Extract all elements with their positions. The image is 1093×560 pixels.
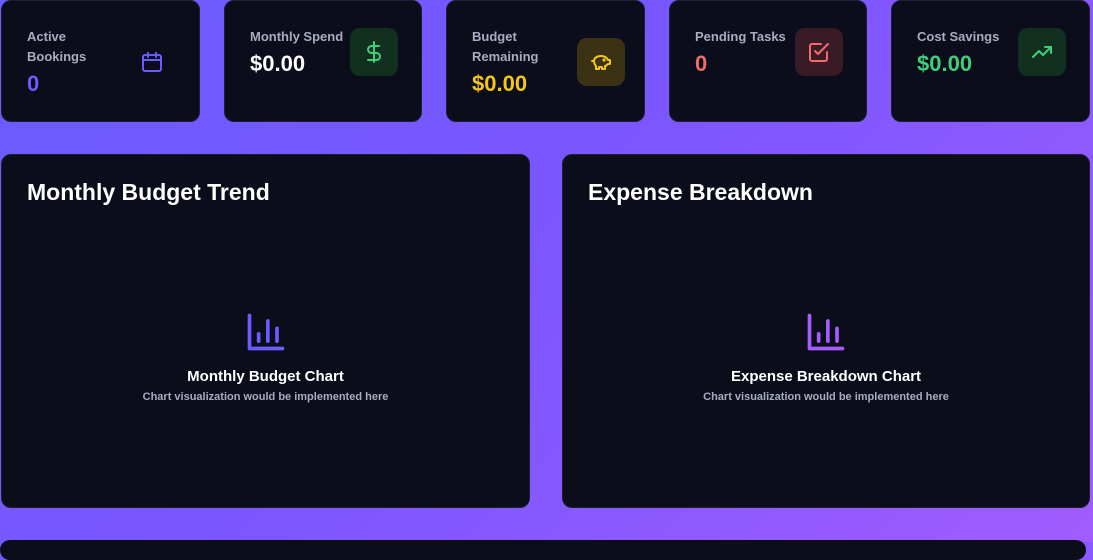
panel-monthly-budget-trend: Monthly Budget Trend Monthly Budget Char… [1, 154, 530, 508]
chart-placeholder-title: Monthly Budget Chart [187, 368, 344, 385]
stat-value: 0 [27, 71, 40, 96]
bar-chart-icon [807, 313, 845, 351]
chart-placeholder: Expense Breakdown Chart Chart visualizat… [563, 310, 1089, 403]
stat-card-pending-tasks: Pending Tasks 0 [669, 0, 867, 122]
stat-card-budget-remaining: Budget Remaining $0.00 [446, 0, 645, 122]
stat-card-active-bookings: Active Bookings 0 [1, 0, 200, 122]
stat-value: $0.00 [250, 51, 306, 76]
stat-card-cost-savings: Cost Savings $0.00 [891, 0, 1090, 122]
piggy-bank-icon [577, 38, 625, 86]
chart-placeholder: Monthly Budget Chart Chart visualization… [2, 310, 529, 403]
dollar-icon [350, 28, 398, 76]
chart-placeholder-subtitle: Chart visualization would be implemented… [703, 391, 949, 403]
stat-label: Cost Savings [917, 29, 1000, 44]
stat-label: Monthly Spend [250, 29, 344, 44]
chart-placeholder-subtitle: Chart visualization would be implemented… [142, 391, 389, 403]
panel-title: Monthly Budget Trend [27, 179, 270, 205]
stat-label: Active Bookings [27, 29, 87, 64]
stat-value: $0.00 [917, 51, 973, 76]
chart-placeholder-title: Expense Breakdown Chart [730, 368, 922, 385]
stat-label: Budget Remaining [472, 29, 539, 64]
panel-title: Expense Breakdown [588, 179, 813, 205]
calendar-icon [128, 38, 176, 86]
stat-card-monthly-spend: Monthly Spend $0.00 [224, 0, 422, 122]
trending-up-icon [1018, 28, 1066, 76]
bar-chart-icon [247, 313, 284, 351]
stat-label: Pending Tasks [695, 29, 786, 44]
panel-expense-breakdown: Expense Breakdown Expense Breakdown Char… [562, 154, 1090, 508]
stat-value: 0 [695, 51, 708, 76]
bottom-card [0, 540, 1086, 560]
checkbox-icon [795, 28, 843, 76]
stat-value: $0.00 [472, 71, 528, 96]
